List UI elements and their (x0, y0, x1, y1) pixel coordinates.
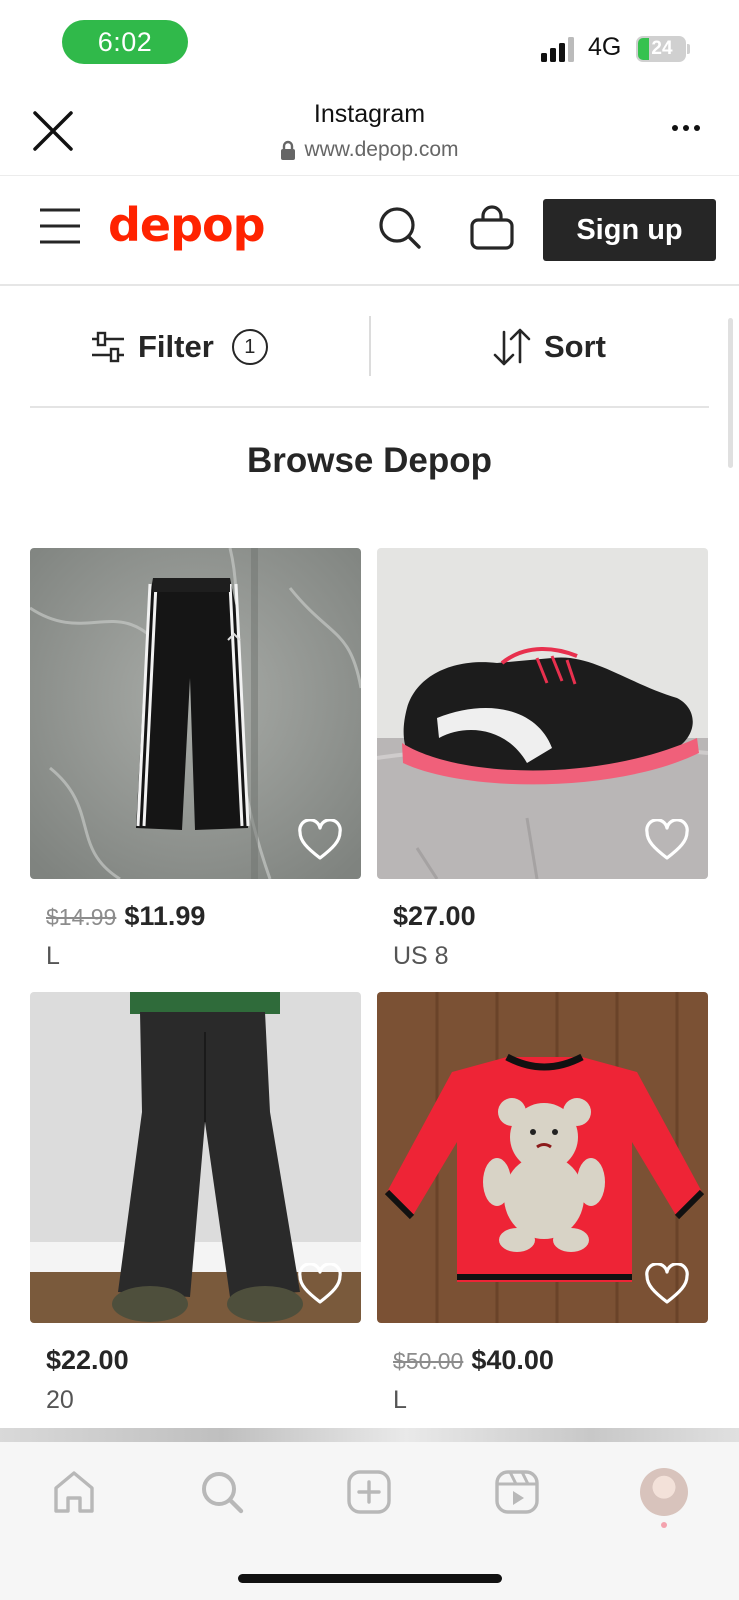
price-row: $22.00 (30, 1345, 361, 1376)
like-heart-icon[interactable] (644, 819, 690, 861)
status-time: 6:02 (62, 20, 188, 64)
menu-icon (40, 208, 80, 244)
search-icon[interactable] (198, 1468, 246, 1516)
price-row: $27.00 (377, 901, 708, 932)
price: $22.00 (46, 1345, 129, 1375)
product-card[interactable]: $50.00 $40.00 L (377, 992, 708, 1415)
home-indicator (238, 1574, 502, 1583)
sort-label: Sort (544, 329, 606, 364)
like-heart-icon[interactable] (297, 819, 343, 861)
bag-button[interactable] (468, 204, 516, 252)
depop-navbar: depop Sign up (0, 176, 739, 286)
like-heart-icon[interactable] (297, 1263, 343, 1305)
price-row: $14.99 $11.99 (30, 901, 361, 932)
create-icon[interactable] (345, 1468, 393, 1516)
product-image-sweater[interactable] (377, 992, 708, 1323)
price: $27.00 (393, 901, 476, 931)
status-bar: 6:02 4G 24 (0, 0, 739, 86)
lock-icon (281, 140, 296, 160)
search-button[interactable] (378, 206, 422, 250)
divider (369, 316, 371, 376)
url-text: www.depop.com (304, 138, 459, 161)
size: L (46, 942, 60, 970)
price: $11.99 (124, 901, 206, 931)
sort-button[interactable]: Sort (492, 325, 606, 369)
shopping-bag-icon (470, 205, 514, 250)
network-type: 4G (588, 33, 622, 61)
next-row-preview (0, 1428, 739, 1442)
product-image-sneakers[interactable] (377, 548, 708, 879)
price: $40.00 (471, 1345, 554, 1375)
page-title: Browse Depop (246, 441, 493, 480)
product-card[interactable]: $27.00 US 8 (377, 548, 708, 971)
sliders-icon (92, 331, 124, 363)
filter-sort-bar: Filter 1 Sort (30, 300, 709, 408)
size: L (393, 1386, 407, 1414)
price-row: $50.00 $40.00 (377, 1345, 708, 1376)
notification-dot (661, 1522, 667, 1528)
size: US 8 (393, 942, 449, 970)
filter-button[interactable]: Filter 1 (90, 325, 268, 369)
in-app-browser-header: Instagram www.depop.com (0, 86, 739, 176)
battery-icon: 24 (636, 36, 686, 62)
more-options-button[interactable] (667, 116, 705, 140)
signal-icon (541, 36, 579, 62)
product-image-trousers[interactable] (30, 992, 361, 1323)
original-price: $50.00 (393, 1348, 464, 1374)
battery-level: 24 (651, 38, 673, 59)
sort-arrows-icon (493, 328, 531, 366)
filter-count-badge: 1 (231, 329, 268, 365)
depop-logo[interactable]: depop (108, 198, 266, 252)
browser-url[interactable]: www.depop.com (0, 138, 739, 162)
like-heart-icon[interactable] (644, 1263, 690, 1305)
product-card[interactable]: $22.00 20 (30, 992, 361, 1415)
original-price: $14.99 (46, 904, 117, 930)
size: 20 (46, 1386, 74, 1414)
profile-avatar[interactable] (640, 1468, 688, 1516)
product-image-track-pants[interactable] (30, 548, 361, 879)
sign-up-button[interactable]: Sign up (543, 199, 716, 261)
reels-icon[interactable] (493, 1468, 541, 1516)
filter-label: Filter (138, 329, 214, 364)
home-icon[interactable] (50, 1468, 98, 1516)
search-icon (379, 207, 421, 249)
menu-button[interactable] (38, 206, 82, 246)
browser-title: Instagram (313, 100, 426, 128)
product-card[interactable]: $14.99 $11.99 L (30, 548, 361, 971)
